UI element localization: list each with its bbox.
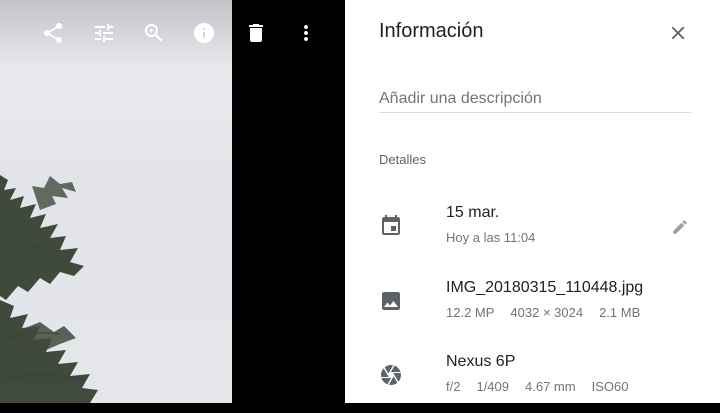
close-icon xyxy=(671,26,685,40)
file-resolution: 4032 × 3024 xyxy=(510,305,584,320)
photo-viewer xyxy=(0,0,345,403)
calendar-icon xyxy=(379,214,403,238)
camera-shutter: 1/409 xyxy=(476,379,510,394)
file-megapixels: 12.2 MP xyxy=(446,305,495,320)
camera-iso: ISO60 xyxy=(591,379,629,394)
image-icon xyxy=(379,289,403,313)
edit-tune-icon xyxy=(95,24,113,42)
share-icon xyxy=(44,23,62,43)
more-vert-icon xyxy=(304,25,308,41)
file-details: 12.2 MP 4032 × 3024 2.1 MB xyxy=(446,305,656,320)
viewer-toolbar xyxy=(0,0,345,64)
description-input[interactable] xyxy=(379,86,691,113)
details-section-label: Detalles xyxy=(379,152,426,167)
share-button[interactable] xyxy=(35,15,71,51)
panel-title: Información xyxy=(379,20,484,42)
info-panel: Información Detalles 15 mar. Hoy a las 1… xyxy=(345,0,720,403)
camera-details: f/2 1/409 4.67 mm ISO60 xyxy=(446,379,644,394)
camera-row: Nexus 6P f/2 1/409 4.67 mm ISO60 xyxy=(345,353,720,413)
date-row: 15 mar. Hoy a las 11:04 xyxy=(345,204,720,264)
camera-model: Nexus 6P xyxy=(446,353,516,370)
file-row: IMG_20180315_110448.jpg 12.2 MP 4032 × 30… xyxy=(345,279,720,339)
camera-aperture-icon xyxy=(379,363,403,387)
camera-aperture: f/2 xyxy=(446,379,461,394)
zoom-button[interactable] xyxy=(136,15,172,51)
more-options-button[interactable] xyxy=(288,15,324,51)
camera-focal-length: 4.67 mm xyxy=(525,379,576,394)
date-primary: 15 mar. xyxy=(446,204,500,221)
date-secondary: Hoy a las 11:04 xyxy=(446,230,536,245)
file-size: 2.1 MB xyxy=(599,305,641,320)
file-name: IMG_20180315_110448.jpg xyxy=(446,279,644,296)
info-icon xyxy=(194,23,214,43)
edit-date-button[interactable] xyxy=(669,216,691,238)
delete-icon xyxy=(249,24,263,42)
delete-button[interactable] xyxy=(238,15,274,51)
pencil-icon xyxy=(673,220,687,234)
zoom-in-icon xyxy=(145,24,163,42)
info-button[interactable] xyxy=(186,15,222,51)
edit-button[interactable] xyxy=(86,15,122,51)
close-button[interactable] xyxy=(663,18,693,48)
